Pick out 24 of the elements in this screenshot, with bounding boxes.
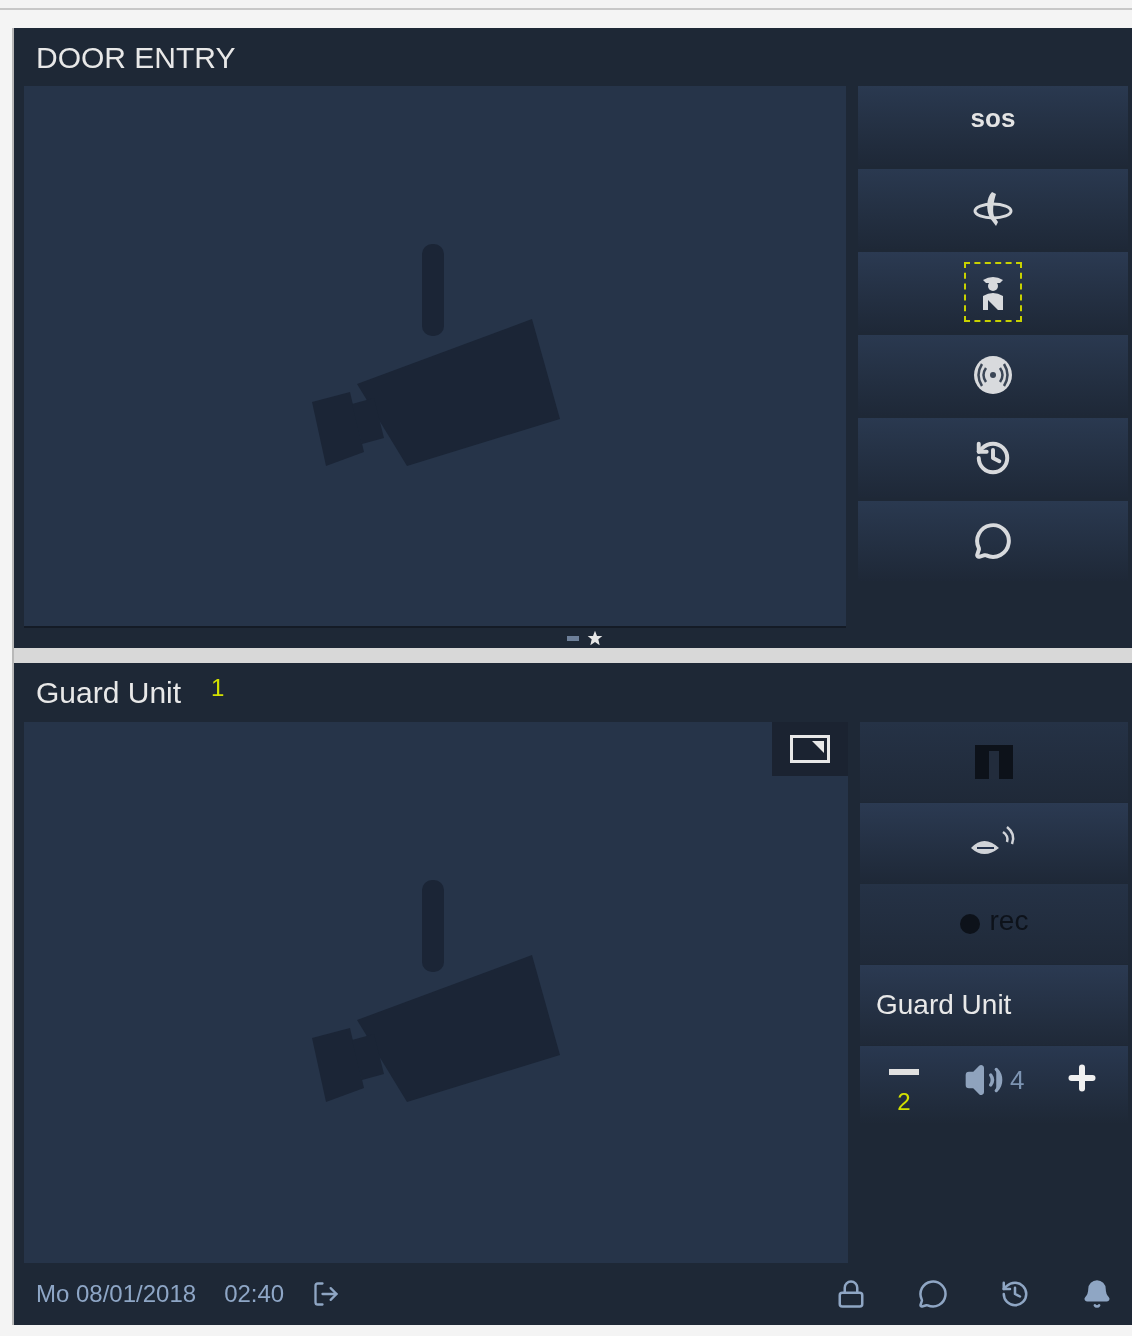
window-toggle-button[interactable] — [772, 722, 848, 776]
time-text: 02:40 — [224, 1279, 285, 1309]
volume-value: 4 — [1010, 1063, 1025, 1097]
history-icon — [974, 439, 1012, 477]
call-count: 1 — [211, 672, 225, 703]
bell-icon[interactable] — [1082, 1279, 1112, 1309]
chat-bubble-icon[interactable] — [918, 1279, 948, 1309]
door-icon — [975, 745, 1013, 779]
panel-title: DOOR ENTRY — [36, 39, 236, 76]
lock-icon[interactable] — [836, 1279, 866, 1309]
phone-ring-icon — [972, 190, 1014, 228]
star-page-indicator[interactable] — [587, 630, 603, 646]
date-text: Mo 08/01/2018 — [36, 1279, 197, 1309]
minus-icon — [889, 1069, 919, 1075]
window-resize-icon — [790, 735, 830, 763]
dash-page-indicator[interactable] — [567, 635, 579, 641]
caller-name: Guard Unit — [876, 988, 1012, 1022]
record-dot-icon — [959, 914, 980, 934]
guard-person-icon — [980, 274, 1006, 310]
history-icon[interactable] — [1000, 1279, 1030, 1309]
volume-hint: 2 — [897, 1090, 911, 1114]
alarm-icon — [973, 355, 1013, 395]
panel-title: Guard Unit — [36, 675, 182, 711]
chat-bubble-icon — [974, 522, 1012, 560]
